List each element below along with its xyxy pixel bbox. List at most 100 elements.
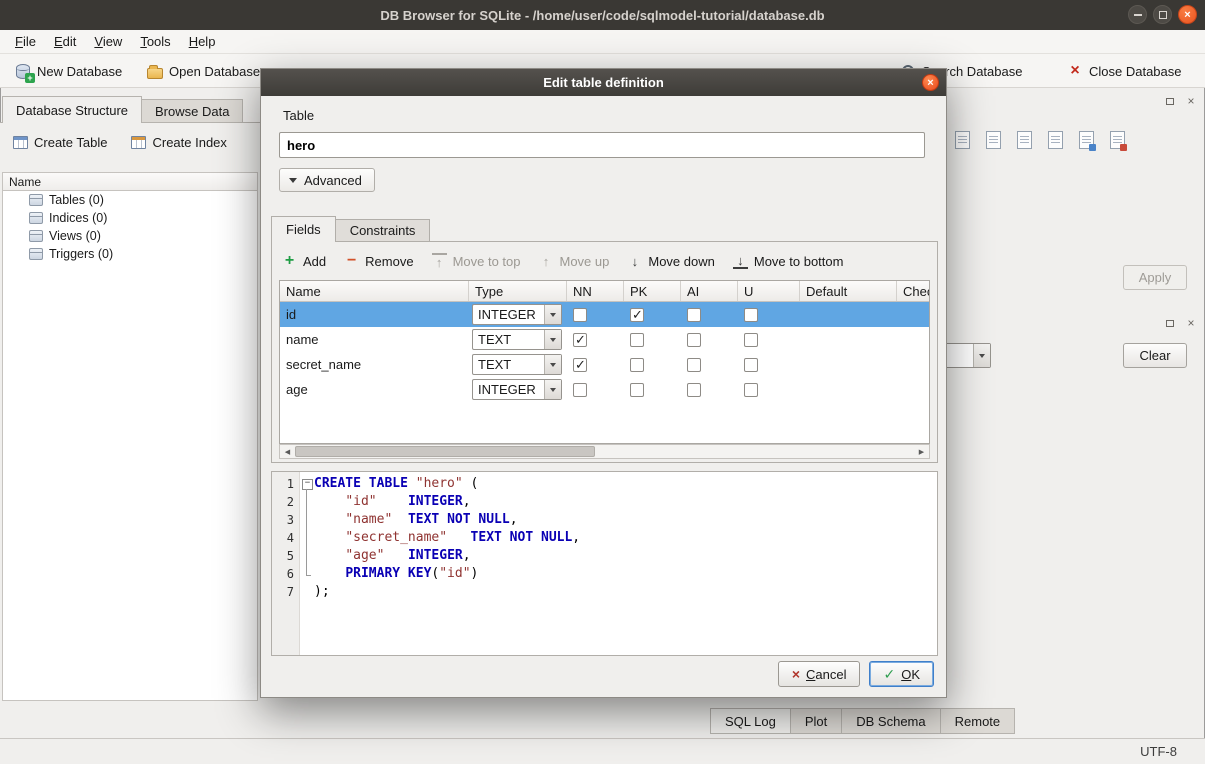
type-combobox[interactable]: INTEGER [472,304,562,325]
combo-dropdown-icon[interactable] [544,305,561,324]
u-checkbox[interactable] [744,308,758,322]
ok-button[interactable]: ✓ OK [869,661,934,687]
field-type-cell: INTEGER [469,304,567,325]
u-checkbox[interactable] [744,383,758,397]
bottom-tab-plot[interactable]: Plot [790,708,842,734]
sql-log-dock-controls: × [1162,316,1199,330]
dock-close-button[interactable]: × [1183,94,1199,108]
u-checkbox[interactable] [744,358,758,372]
close-database-button[interactable]: × Close Database [1060,58,1188,84]
tree-item[interactable]: Triggers (0) [3,245,257,263]
advanced-toggle-button[interactable]: Advanced [279,168,375,192]
minimize-button[interactable] [1128,5,1147,24]
field-row[interactable]: ageINTEGER [280,377,929,402]
menu-edit[interactable]: Edit [45,31,85,52]
field-row[interactable]: secret_nameTEXT [280,352,929,377]
menu-help[interactable]: Help [180,31,225,52]
pk-checkbox[interactable] [630,333,644,347]
field-name-cell: secret_name [280,357,469,372]
remove-button[interactable]: −Remove [340,250,417,272]
dock-close-button[interactable]: × [1183,316,1199,330]
column-header-ai[interactable]: AI [681,281,738,301]
type-combobox[interactable]: TEXT [472,329,562,350]
close-window-button[interactable]: × [1178,5,1197,24]
table-name-input[interactable] [279,132,925,158]
tree-item[interactable]: Indices (0) [3,209,257,227]
cancel-button[interactable]: × Cancel [778,661,861,687]
type-combobox[interactable]: TEXT [472,354,562,375]
print-icon[interactable] [1107,130,1127,150]
field-row[interactable]: idINTEGER [280,302,929,327]
export-icon[interactable] [983,130,1003,150]
combo-dropdown-icon[interactable] [544,330,561,349]
tree-item[interactable]: Tables (0) [3,191,257,209]
add-button[interactable]: +Add [278,250,330,272]
save-icon[interactable] [1076,130,1096,150]
combo-dropdown-icon[interactable] [544,380,561,399]
ai-checkbox[interactable] [687,358,701,372]
fold-toggle-icon[interactable] [300,475,314,493]
nn-checkbox[interactable] [573,358,587,372]
ai-checkbox[interactable] [687,333,701,347]
column-header-type[interactable]: Type [469,281,567,301]
column-header-u[interactable]: U [738,281,800,301]
nn-checkbox[interactable] [573,333,587,347]
combo-dropdown-icon[interactable] [973,344,990,367]
column-header-name[interactable]: Name [280,281,469,301]
menu-view[interactable]: View [85,31,131,52]
field-row[interactable]: nameTEXT [280,327,929,352]
column-header-nn[interactable]: NN [567,281,624,301]
ai-checkbox[interactable] [687,383,701,397]
combo-dropdown-icon[interactable] [544,355,561,374]
bottom-tab-sql-log[interactable]: SQL Log [710,708,791,734]
tab-constraints[interactable]: Constraints [335,219,431,242]
pk-checkbox[interactable] [630,308,644,322]
scrollbar-thumb[interactable] [295,446,595,457]
u-checkbox[interactable] [744,333,758,347]
scrollbar-track[interactable] [295,445,914,458]
column-header-default[interactable]: Default [800,281,897,301]
pk-checkbox[interactable] [630,383,644,397]
sql-token [314,566,345,581]
u-cell [738,308,800,322]
maximize-button[interactable] [1153,5,1172,24]
dock-float-button[interactable] [1162,94,1178,108]
dock-float-button[interactable] [1162,316,1178,330]
tab-database-structure[interactable]: Database Structure [2,96,142,123]
move-down-button[interactable]: ↓Move down [623,250,718,272]
ai-checkbox[interactable] [687,308,701,322]
encoding-indicator[interactable]: UTF-8 [1140,744,1177,759]
tree-item[interactable]: Views (0) [3,227,257,245]
dialog-titlebar[interactable]: Edit table definition × [261,69,946,96]
nn-checkbox[interactable] [573,383,587,397]
titlebar[interactable]: DB Browser for SQLite - /home/user/code/… [0,0,1205,30]
horizontal-scrollbar[interactable]: ◀ ▶ [279,444,930,459]
type-combobox[interactable]: INTEGER [472,379,562,400]
import-icon[interactable] [952,130,972,150]
scroll-right-icon[interactable]: ▶ [914,445,929,458]
folder-icon [29,212,43,224]
dialog-close-button[interactable]: × [922,74,939,91]
tab-fields[interactable]: Fields [271,216,336,242]
null-icon[interactable] [1045,130,1065,150]
bottom-tab-db-schema[interactable]: DB Schema [841,708,940,734]
bottom-tab-remote[interactable]: Remote [940,708,1016,734]
column-header-pk[interactable]: PK [624,281,681,301]
sql-token: , [572,530,580,545]
open-database-button[interactable]: Open Database [140,58,266,84]
new-database-button[interactable]: + New Database [8,58,128,84]
clear-button[interactable]: Clear [1123,343,1187,368]
menu-file[interactable]: File [6,31,45,52]
move-to-bottom-button[interactable]: ↓Move to bottom [729,250,848,272]
column-header-check[interactable]: Check [897,281,930,301]
create-index-button[interactable]: Create Index [124,131,233,154]
nn-checkbox[interactable] [573,308,587,322]
tree-column-header-name[interactable]: Name [2,172,258,191]
create-table-button[interactable]: Create Table [6,131,114,154]
tree-item-label: Indices (0) [49,211,107,225]
menu-tools[interactable]: Tools [131,31,179,52]
scroll-left-icon[interactable]: ◀ [280,445,295,458]
edit-icon[interactable] [1014,130,1034,150]
tab-browse-data[interactable]: Browse Data [141,99,243,123]
pk-checkbox[interactable] [630,358,644,372]
